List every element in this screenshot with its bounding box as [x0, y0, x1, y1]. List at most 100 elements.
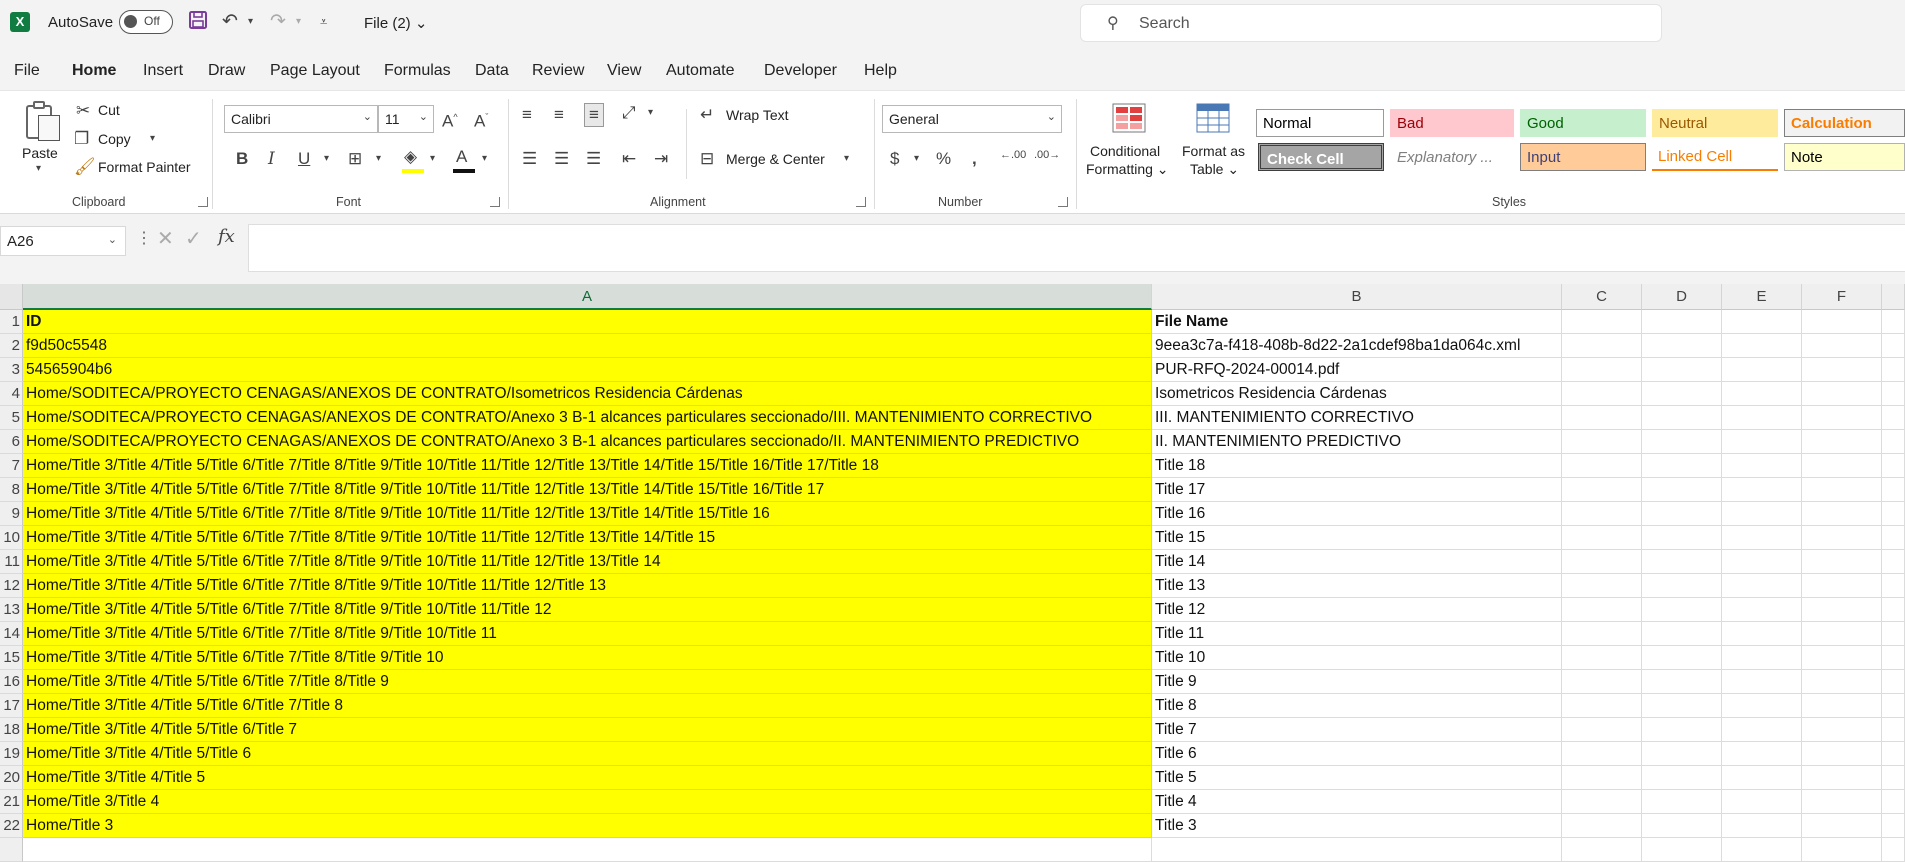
- cell-b[interactable]: Title 15: [1152, 526, 1562, 550]
- bold-icon[interactable]: B: [236, 149, 248, 169]
- tab-help[interactable]: Help: [864, 62, 897, 80]
- cell-empty[interactable]: [1562, 310, 1642, 334]
- cell-empty[interactable]: [1882, 382, 1905, 406]
- cell-a[interactable]: Home/Title 3/Title 4/Title 5: [23, 766, 1152, 790]
- cell-empty[interactable]: [1882, 598, 1905, 622]
- font-color-dropdown-icon[interactable]: ▾: [482, 153, 487, 164]
- cell-empty[interactable]: [1802, 718, 1882, 742]
- format-as-table-line1[interactable]: Format as: [1182, 143, 1245, 159]
- increase-indent-icon[interactable]: ⇥: [654, 149, 668, 169]
- cell-empty[interactable]: [1802, 598, 1882, 622]
- cell-empty[interactable]: [1802, 526, 1882, 550]
- cell-empty[interactable]: [1642, 550, 1722, 574]
- number-launcher-icon[interactable]: [1058, 197, 1068, 207]
- row-header[interactable]: [0, 838, 23, 862]
- paintbrush-icon[interactable]: 🖌: [74, 157, 96, 177]
- cell-empty[interactable]: [1722, 622, 1802, 646]
- cell-b[interactable]: II. MANTENIMIENTO PREDICTIVO: [1152, 430, 1562, 454]
- cell-a[interactable]: Home/Title 3/Title 4/Title 5/Title 6/Tit…: [23, 694, 1152, 718]
- cell-a[interactable]: Home/Title 3/Title 4/Title 5/Title 6/Tit…: [23, 526, 1152, 550]
- cell-empty[interactable]: [1642, 670, 1722, 694]
- cell-empty[interactable]: [1642, 382, 1722, 406]
- cell-empty[interactable]: [1802, 790, 1882, 814]
- row-header[interactable]: 17: [0, 694, 23, 718]
- alignment-launcher-icon[interactable]: [856, 197, 866, 207]
- number-format-combo[interactable]: General ⌄: [882, 105, 1062, 133]
- cell-empty[interactable]: [1642, 454, 1722, 478]
- formula-input[interactable]: [248, 224, 1905, 272]
- tab-draw[interactable]: Draw: [208, 62, 245, 80]
- align-center-icon[interactable]: ☰: [554, 149, 569, 169]
- row-header[interactable]: 20: [0, 766, 23, 790]
- cell-b[interactable]: Isometricos Residencia Cárdenas: [1152, 382, 1562, 406]
- cell-a[interactable]: [23, 838, 1152, 862]
- cell-empty[interactable]: [1722, 766, 1802, 790]
- style-input[interactable]: Input: [1520, 143, 1646, 171]
- format-painter-button[interactable]: Format Painter: [98, 159, 191, 175]
- style-bad[interactable]: Bad: [1390, 109, 1514, 137]
- cell-b[interactable]: Title 18: [1152, 454, 1562, 478]
- cell-a[interactable]: Home/Title 3/Title 4/Title 5/Title 6/Tit…: [23, 478, 1152, 502]
- row-header[interactable]: 14: [0, 622, 23, 646]
- cell-empty[interactable]: [1642, 814, 1722, 838]
- cell-empty[interactable]: [1802, 766, 1882, 790]
- column-header-d[interactable]: D: [1642, 284, 1722, 310]
- underline-dropdown-icon[interactable]: ▾: [324, 153, 329, 164]
- cell-empty[interactable]: [1722, 646, 1802, 670]
- row-header[interactable]: 3: [0, 358, 23, 382]
- row-header[interactable]: 13: [0, 598, 23, 622]
- undo-icon[interactable]: ↶: [222, 10, 238, 34]
- cell-empty[interactable]: [1882, 574, 1905, 598]
- cell-empty[interactable]: [1722, 454, 1802, 478]
- borders-dropdown-icon[interactable]: ▾: [376, 153, 381, 164]
- tab-automate[interactable]: Automate: [666, 62, 734, 80]
- style-explanatory[interactable]: Explanatory ...: [1390, 143, 1514, 171]
- cell-empty[interactable]: [1802, 646, 1882, 670]
- cell-empty[interactable]: [1722, 310, 1802, 334]
- font-color-icon[interactable]: A: [456, 147, 467, 167]
- row-header[interactable]: 18: [0, 718, 23, 742]
- underline-icon[interactable]: U: [298, 149, 310, 169]
- tab-developer[interactable]: Developer: [764, 62, 837, 80]
- cell-empty[interactable]: [1642, 622, 1722, 646]
- cell-empty[interactable]: [1642, 502, 1722, 526]
- column-header-g[interactable]: [1882, 284, 1905, 310]
- fill-color-icon[interactable]: ◈: [404, 147, 417, 167]
- cell-empty[interactable]: [1562, 670, 1642, 694]
- tab-review[interactable]: Review: [532, 62, 584, 80]
- scissors-icon[interactable]: ✂: [76, 101, 90, 121]
- cell-a[interactable]: ID: [23, 310, 1152, 334]
- row-header[interactable]: 8: [0, 478, 23, 502]
- cell-empty[interactable]: [1882, 646, 1905, 670]
- name-box[interactable]: A26 ⌄: [0, 226, 126, 256]
- decrease-decimal-icon[interactable]: .00→: [1034, 149, 1060, 161]
- cell-empty[interactable]: [1802, 838, 1882, 862]
- cell-empty[interactable]: [1722, 478, 1802, 502]
- cancel-icon[interactable]: ✕: [157, 226, 174, 251]
- cell-empty[interactable]: [1642, 718, 1722, 742]
- redo-icon[interactable]: ↷: [270, 10, 286, 34]
- cell-empty[interactable]: [1722, 502, 1802, 526]
- cell-b[interactable]: Title 5: [1152, 766, 1562, 790]
- font-size-combo[interactable]: 11 ⌄: [378, 105, 434, 133]
- cell-empty[interactable]: [1802, 502, 1882, 526]
- tab-formulas[interactable]: Formulas: [384, 62, 451, 80]
- cell-empty[interactable]: [1722, 526, 1802, 550]
- align-right-icon[interactable]: ☰: [586, 149, 601, 169]
- merge-icon[interactable]: ⊟: [700, 149, 714, 169]
- cell-empty[interactable]: [1802, 574, 1882, 598]
- cell-empty[interactable]: [1802, 310, 1882, 334]
- cell-empty[interactable]: [1882, 430, 1905, 454]
- cell-empty[interactable]: [1642, 334, 1722, 358]
- increase-decimal-icon[interactable]: ←.00: [1000, 149, 1026, 161]
- cell-empty[interactable]: [1802, 430, 1882, 454]
- redo-dropdown-icon[interactable]: ▾: [296, 10, 301, 34]
- select-all-corner[interactable]: [0, 284, 23, 310]
- cell-b[interactable]: Title 13: [1152, 574, 1562, 598]
- cell-empty[interactable]: [1642, 430, 1722, 454]
- cell-empty[interactable]: [1562, 526, 1642, 550]
- cell-empty[interactable]: [1562, 430, 1642, 454]
- column-header-b[interactable]: B: [1152, 284, 1562, 310]
- cell-empty[interactable]: [1882, 454, 1905, 478]
- style-check-cell[interactable]: Check Cell: [1258, 143, 1384, 171]
